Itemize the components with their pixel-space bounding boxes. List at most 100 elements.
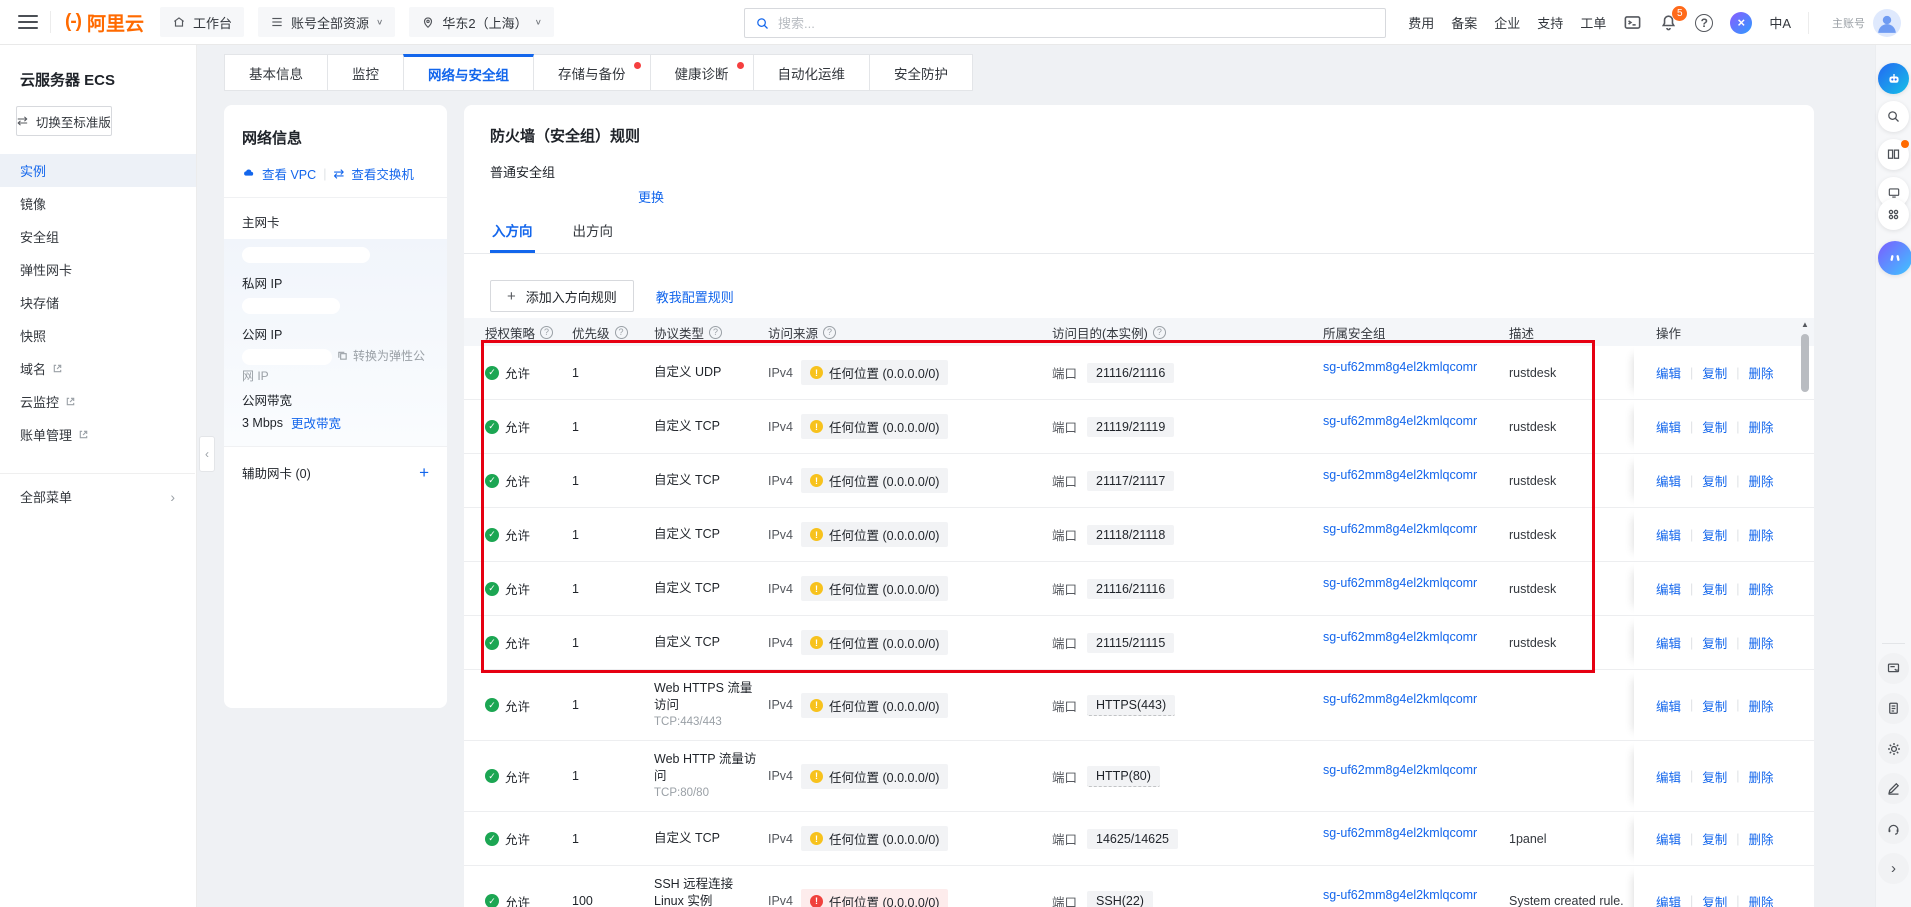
security-group-link[interactable]: sg-uf62mm8g4el2kmlqcomr [1323,414,1477,428]
security-group-link[interactable]: sg-uf62mm8g4el2kmlqcomr [1323,692,1477,706]
delete-action[interactable]: 删除 [1749,579,1774,598]
region-selector[interactable]: 华东2（上海） ∨ [409,7,554,37]
delete-action[interactable]: 删除 [1749,471,1774,490]
tab-health-diagnosis[interactable]: 健康诊断 [650,54,754,91]
convert-eip-link[interactable]: 转换为弹性公 [353,347,425,364]
feedback-pencil-icon[interactable] [1878,773,1909,804]
copy-action[interactable]: 复制 [1702,829,1727,848]
copy-icon[interactable] [337,350,348,361]
edit-action[interactable]: 编辑 [1656,633,1681,652]
security-group-link[interactable]: sg-uf62mm8g4el2kmlqcomr [1323,576,1477,590]
help-icon[interactable]: ? [615,326,628,339]
add-nic-button[interactable]: + [419,464,429,481]
console-panel-icon[interactable] [1878,653,1909,684]
edit-action[interactable]: 编辑 [1656,525,1681,544]
tab-automation-ops[interactable]: 自动化运维 [753,54,871,91]
delete-action[interactable]: 删除 [1749,363,1774,382]
configure-rules-guide-link[interactable]: 教我配置规则 [656,287,734,306]
aliyun-logo[interactable]: (-) 阿里云 [65,9,144,36]
scroll-up-icon[interactable]: ▲ [1799,320,1811,329]
notifications-bell-icon[interactable]: 5 [1659,13,1678,32]
search-input[interactable] [778,16,1375,31]
menu-tickets[interactable]: 工单 [1580,13,1606,32]
help-icon[interactable]: ? [709,326,722,339]
delete-action[interactable]: 删除 [1749,417,1774,436]
copy-action[interactable]: 复制 [1702,417,1727,436]
assistant-robot-icon[interactable] [1878,63,1909,94]
sidebar-item-eni[interactable]: 弹性网卡 [0,253,196,286]
security-group-link[interactable]: sg-uf62mm8g4el2kmlqcomr [1323,522,1477,536]
help-icon[interactable]: ? [1695,14,1713,32]
security-group-link[interactable]: sg-uf62mm8g4el2kmlqcomr [1323,888,1477,902]
copy-action[interactable]: 复制 [1702,525,1727,544]
account-resources-selector[interactable]: 账号全部资源 ∨ [258,7,395,37]
delete-action[interactable]: 删除 [1749,767,1774,786]
avatar[interactable] [1873,9,1901,37]
help-icon[interactable]: ? [1153,326,1166,339]
delete-action[interactable]: 删除 [1749,633,1774,652]
copy-action[interactable]: 复制 [1702,471,1727,490]
tab-network-security[interactable]: 网络与安全组 [403,54,534,91]
delete-action[interactable]: 删除 [1749,829,1774,848]
sidebar-all-menu[interactable]: 全部菜单 › [0,473,195,519]
menu-icp[interactable]: 备案 [1451,13,1477,32]
language-switch-icon[interactable]: 中A [1769,13,1791,32]
sidebar-item-cloudmonitor[interactable]: 云监控 [0,385,196,418]
delete-action[interactable]: 删除 [1749,892,1774,907]
account-menu[interactable]: 主账号 [1832,9,1901,37]
sidebar-item-instances[interactable]: 实例 [0,154,196,187]
table-scrollbar[interactable]: ▲ ▼ [1799,320,1811,907]
sidebar-item-security-groups[interactable]: 安全组 [0,220,196,253]
view-vpc-link[interactable]: 查看 VPC [262,164,316,183]
scrollbar-thumb[interactable] [1801,334,1809,392]
tab-basic-info[interactable]: 基本信息 [224,54,328,91]
copy-action[interactable]: 复制 [1702,767,1727,786]
menu-billing[interactable]: 费用 [1408,13,1434,32]
convert-eip-link-line2[interactable]: 网 IP [242,367,429,384]
view-vswitch-link[interactable]: 查看交换机 [351,164,414,183]
support-headset-icon[interactable] [1878,813,1909,844]
copy-action[interactable]: 复制 [1702,363,1727,382]
edit-action[interactable]: 编辑 [1656,696,1681,715]
workbench-button[interactable]: 工作台 [160,7,244,37]
security-group-link[interactable]: sg-uf62mm8g4el2kmlqcomr [1323,826,1477,840]
security-group-link[interactable]: sg-uf62mm8g4el2kmlqcomr [1323,468,1477,482]
search-icon[interactable] [1878,101,1909,132]
sidebar-item-block-storage[interactable]: 块存储 [0,286,196,319]
sidebar-item-snapshots[interactable]: 快照 [0,319,196,352]
switch-to-standard-button[interactable]: ⇄ 切换至标准版 [16,106,112,136]
docs-book-icon[interactable] [1878,139,1909,170]
edit-action[interactable]: 编辑 [1656,829,1681,848]
copy-action[interactable]: 复制 [1702,892,1727,907]
edit-action[interactable]: 编辑 [1656,471,1681,490]
tab-security-protection[interactable]: 安全防护 [869,54,973,91]
edit-action[interactable]: 编辑 [1656,767,1681,786]
help-icon[interactable]: ? [823,326,836,339]
tab-outbound[interactable]: 出方向 [571,220,616,253]
tab-inbound[interactable]: 入方向 [490,220,535,253]
change-security-group-link[interactable]: 更换 [638,190,664,205]
edit-action[interactable]: 编辑 [1656,892,1681,907]
change-bandwidth-link[interactable]: 更改带宽 [291,413,341,432]
tab-monitoring[interactable]: 监控 [327,54,404,91]
apps-grid-icon[interactable] [1878,199,1909,230]
app-sphere-icon[interactable]: × [1730,12,1752,34]
collapse-chevron-icon[interactable]: › [1878,853,1909,884]
edit-action[interactable]: 编辑 [1656,579,1681,598]
hamburger-menu-icon[interactable] [18,15,38,29]
help-icon[interactable]: ? [540,326,553,339]
edit-action[interactable]: 编辑 [1656,363,1681,382]
sidebar-collapse-handle[interactable]: ‹ [199,436,215,472]
delete-action[interactable]: 删除 [1749,696,1774,715]
ai-assistant-icon[interactable] [1878,241,1911,275]
sidebar-item-domains[interactable]: 域名 [0,352,196,385]
menu-support[interactable]: 支持 [1537,13,1563,32]
copy-action[interactable]: 复制 [1702,696,1727,715]
security-group-link[interactable]: sg-uf62mm8g4el2kmlqcomr [1323,763,1477,777]
menu-enterprise[interactable]: 企业 [1494,13,1520,32]
delete-action[interactable]: 删除 [1749,525,1774,544]
tab-storage-backup[interactable]: 存储与备份 [533,54,651,91]
copy-action[interactable]: 复制 [1702,579,1727,598]
settings-gear-icon[interactable] [1878,733,1909,764]
sidebar-item-images[interactable]: 镜像 [0,187,196,220]
